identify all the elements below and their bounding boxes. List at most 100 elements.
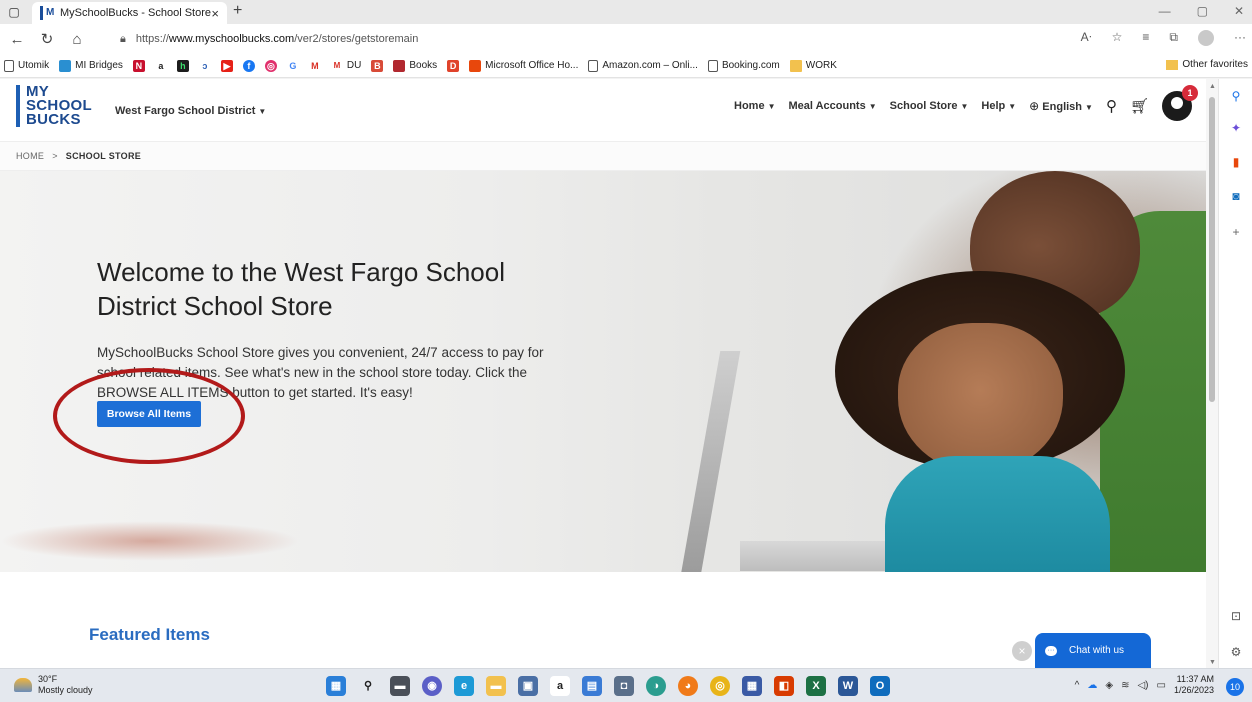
- window-controls: — ▢ ✕: [1159, 4, 1244, 18]
- restore-icon[interactable]: ▢: [1197, 4, 1208, 18]
- favorites-icon[interactable]: ≡: [1142, 30, 1149, 46]
- bookmark-amazon[interactable]: Amazon.com – Onli...: [588, 59, 698, 72]
- calculator-icon[interactable]: ▦: [742, 676, 762, 696]
- weather-widget[interactable]: 30°F Mostly cloudy: [14, 674, 93, 696]
- nav-meal-accounts[interactable]: Meal Accounts ▼: [788, 100, 876, 112]
- hero-background-blur: [0, 521, 300, 561]
- nav-school-store[interactable]: School Store ▼: [890, 100, 969, 112]
- account-avatar-icon[interactable]: 1: [1162, 85, 1198, 121]
- bookmark-booking[interactable]: Booking.com: [707, 59, 780, 72]
- taskbar-search-icon[interactable]: ⚲: [358, 676, 378, 696]
- onedrive-icon[interactable]: ☁: [1087, 680, 1097, 691]
- hero-banner: Welcome to the West Fargo School Distric…: [0, 171, 1206, 572]
- scroll-down-icon[interactable]: ▼: [1209, 659, 1216, 666]
- start-windows-icon[interactable]: ▦: [326, 676, 346, 696]
- sidebar-search-icon[interactable]: ⚲: [1229, 89, 1243, 103]
- page-scrollbar[interactable]: ▲ ▼: [1206, 79, 1218, 668]
- folder-icon: [789, 59, 802, 72]
- bookmark-app-icon[interactable]: ↄ: [198, 59, 211, 72]
- sidebar-office-icon[interactable]: ▮: [1229, 155, 1243, 169]
- clock[interactable]: 11:37 AM 1/26/2023: [1174, 674, 1214, 696]
- sidebar-hide-icon[interactable]: ⊡: [1229, 609, 1243, 623]
- office-app-icon[interactable]: ◧: [774, 676, 794, 696]
- bookmark-mi-bridges[interactable]: MI Bridges: [59, 59, 123, 72]
- battery-icon[interactable]: ▭: [1157, 680, 1166, 691]
- bookmark-label: Amazon.com – Onli...: [602, 60, 698, 71]
- other-favorites[interactable]: Other favorites: [1166, 59, 1248, 70]
- volume-icon[interactable]: ◁): [1137, 680, 1148, 691]
- read-aloud-icon[interactable]: Aᐧ: [1081, 30, 1092, 46]
- browser-app-icon[interactable]: ◑: [646, 676, 666, 696]
- weather-conditions: Mostly cloudy: [38, 685, 93, 695]
- sidebar-add-icon[interactable]: +: [1229, 225, 1243, 239]
- nav-language[interactable]: ⊕ English ▼: [1029, 99, 1093, 113]
- edge-icon[interactable]: e: [454, 676, 474, 696]
- weather-temperature: 30°F: [38, 674, 58, 684]
- breadcrumb-current: SCHOOL STORE: [65, 151, 142, 161]
- sidebar-outlook-icon[interactable]: ◙: [1229, 189, 1243, 203]
- amazon-app-icon[interactable]: a: [550, 676, 570, 696]
- favorite-star-icon[interactable]: ☆: [1112, 30, 1123, 46]
- hulu-bookmark-icon[interactable]: h: [176, 59, 189, 72]
- chat-dismiss-icon[interactable]: ×: [1012, 641, 1032, 661]
- sidebar-copilot-icon[interactable]: ✦: [1229, 121, 1243, 135]
- chat-with-us-button[interactable]: ··· Chat with us: [1035, 633, 1151, 668]
- store-icon[interactable]: ▣: [518, 676, 538, 696]
- close-tab-icon[interactable]: ×: [211, 6, 219, 21]
- facebook-bookmark-icon[interactable]: f: [242, 59, 255, 72]
- profile-avatar-icon[interactable]: [1198, 30, 1214, 46]
- browser-tab[interactable]: M MySchoolBucks - School Store ×: [32, 2, 227, 24]
- myschoolbucks-logo[interactable]: MY SCHOOL BUCKS: [16, 84, 92, 127]
- task-view-icon[interactable]: ▬: [390, 676, 410, 696]
- excel-icon[interactable]: X: [806, 676, 826, 696]
- bookmark-books[interactable]: Books: [393, 59, 437, 72]
- bookmark-du[interactable]: M DU: [330, 59, 361, 72]
- nav-home[interactable]: Home ▼: [734, 100, 775, 112]
- collections-icon[interactable]: ⧉: [1169, 30, 1178, 46]
- close-window-icon[interactable]: ✕: [1234, 4, 1244, 18]
- home-icon[interactable]: ⌂: [64, 31, 90, 48]
- annotation-circle: [53, 368, 245, 464]
- notification-center-badge[interactable]: 10: [1226, 678, 1244, 696]
- more-menu-icon[interactable]: ···: [1234, 30, 1246, 46]
- word-icon[interactable]: W: [838, 676, 858, 696]
- bookmark-microsoft-office[interactable]: Microsoft Office Ho...: [469, 59, 578, 72]
- app-icon[interactable]: ▤: [582, 676, 602, 696]
- nav-help[interactable]: Help ▼: [981, 100, 1016, 112]
- bookmark-app-icon[interactable]: B: [371, 59, 384, 72]
- bookmark-utomik[interactable]: Utomik: [4, 59, 49, 72]
- tray-app-icon[interactable]: ◈: [1105, 680, 1113, 691]
- cart-icon[interactable]: 🛒︎: [1130, 97, 1149, 115]
- wifi-icon[interactable]: ≋: [1121, 680, 1129, 691]
- camera-icon[interactable]: ◘: [614, 676, 634, 696]
- minimize-icon[interactable]: —: [1159, 4, 1171, 18]
- gmail-bookmark-icon[interactable]: M: [308, 59, 321, 72]
- outlook-icon[interactable]: O: [870, 676, 890, 696]
- file-explorer-icon[interactable]: ▬: [486, 676, 506, 696]
- breadcrumb-separator: >: [52, 151, 58, 161]
- new-tab-icon[interactable]: +: [233, 2, 242, 20]
- instagram-bookmark-icon[interactable]: ◎: [264, 59, 277, 72]
- tray-expand-icon[interactable]: ^: [1075, 680, 1080, 691]
- bookmark-work-folder[interactable]: WORK: [789, 59, 837, 72]
- youtube-bookmark-icon[interactable]: ▶: [220, 59, 233, 72]
- netflix-bookmark-icon[interactable]: N: [132, 59, 145, 72]
- sidebar-settings-icon[interactable]: ⚙: [1229, 645, 1243, 659]
- caret-down-icon: ▼: [868, 102, 877, 111]
- bookmark-app-icon[interactable]: D: [447, 59, 460, 72]
- chrome-icon[interactable]: ◎: [710, 676, 730, 696]
- teams-chat-icon[interactable]: ◉: [422, 676, 442, 696]
- amazon-bookmark-icon[interactable]: a: [154, 59, 167, 72]
- bookmark-label: WORK: [805, 60, 837, 71]
- scroll-up-icon[interactable]: ▲: [1209, 83, 1216, 90]
- search-icon[interactable]: ⚲: [1106, 97, 1117, 115]
- back-icon[interactable]: ←: [4, 31, 30, 48]
- address-input[interactable]: 🔒︎ https:// www.myschoolbucks.com /ver2/…: [120, 27, 1040, 51]
- breadcrumb-home[interactable]: HOME: [16, 151, 44, 161]
- district-selector[interactable]: West Fargo School District ▼: [115, 105, 266, 117]
- google-bookmark-icon[interactable]: G: [286, 59, 299, 72]
- scroll-thumb[interactable]: [1209, 97, 1215, 402]
- refresh-icon[interactable]: ↻: [34, 30, 60, 48]
- tab-actions-icon[interactable]: ▢: [0, 0, 28, 24]
- firefox-icon[interactable]: ◕: [678, 676, 698, 696]
